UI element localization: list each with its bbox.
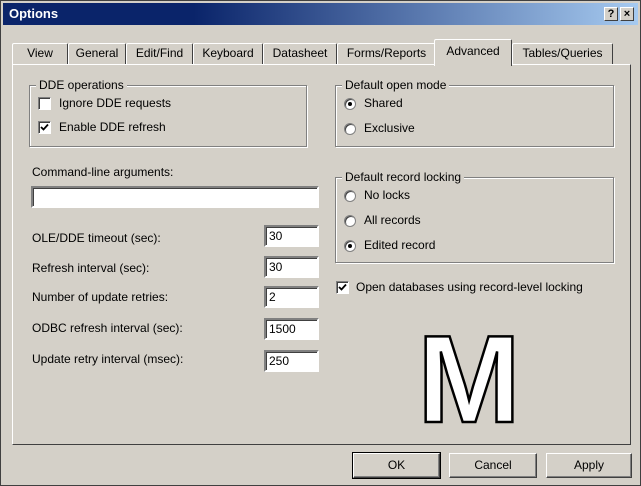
default-record-locking-group: Default record locking No locks All reco… xyxy=(335,170,614,263)
m-watermark-letter: M xyxy=(417,319,520,429)
open-mode-shared-label: Shared xyxy=(364,96,403,110)
default-open-mode-legend: Default open mode xyxy=(342,78,450,92)
dde-operations-group: DDE operations Ignore DDE requests Enabl… xyxy=(29,78,307,147)
edited-record-radio[interactable] xyxy=(344,240,356,252)
ignore-dde-checkbox[interactable] xyxy=(38,97,51,110)
radio-dot-icon xyxy=(348,102,352,106)
ignore-dde-label: Ignore DDE requests xyxy=(59,96,172,110)
update-retries-label: Number of update retries: xyxy=(32,290,169,304)
enable-dde-refresh-label: Enable DDE refresh xyxy=(59,120,166,134)
window-title: Options xyxy=(9,6,59,21)
open-mode-shared-radio[interactable] xyxy=(344,98,356,110)
ole-dde-timeout-input[interactable]: 30 xyxy=(264,225,319,247)
check-mark-icon xyxy=(338,283,347,291)
ole-dde-timeout-label: OLE/DDE timeout (sec): xyxy=(32,231,161,245)
radio-dot-icon xyxy=(348,244,352,248)
odbc-refresh-interval-input[interactable]: 1500 xyxy=(264,318,319,340)
update-retry-interval-input[interactable]: 250 xyxy=(264,350,319,372)
ok-button[interactable]: OK xyxy=(352,452,441,479)
title-bar[interactable]: Options ? × xyxy=(3,3,638,25)
apply-button[interactable]: Apply xyxy=(546,453,632,478)
odbc-refresh-interval-label: ODBC refresh interval (sec): xyxy=(32,321,183,335)
options-dialog: Options ? × View General Edit/Find Keybo… xyxy=(0,0,641,486)
refresh-interval-label: Refresh interval (sec): xyxy=(32,261,150,275)
no-locks-label: No locks xyxy=(364,188,411,202)
advanced-panel: DDE operations Ignore DDE requests Enabl… xyxy=(12,64,631,445)
close-button[interactable]: × xyxy=(620,7,634,21)
tab-view[interactable]: View xyxy=(12,43,68,64)
default-record-locking-legend: Default record locking xyxy=(342,170,465,184)
update-retry-interval-label: Update retry interval (msec): xyxy=(32,352,184,366)
dde-operations-legend: DDE operations xyxy=(36,78,127,92)
open-mode-exclusive-radio[interactable] xyxy=(344,123,356,135)
command-line-input[interactable] xyxy=(31,186,319,208)
edited-record-label: Edited record xyxy=(364,238,436,252)
tab-datasheet[interactable]: Datasheet xyxy=(263,43,337,64)
refresh-interval-input[interactable]: 30 xyxy=(264,256,319,278)
tab-general[interactable]: General xyxy=(68,43,126,64)
command-line-label: Command-line arguments: xyxy=(32,165,174,179)
default-open-mode-group: Default open mode Shared Exclusive xyxy=(335,78,614,147)
check-mark-icon xyxy=(40,123,49,131)
update-retries-input[interactable]: 2 xyxy=(264,286,319,308)
enable-dde-refresh-checkbox[interactable] xyxy=(38,121,51,134)
cancel-button[interactable]: Cancel xyxy=(449,453,537,478)
help-button[interactable]: ? xyxy=(604,7,618,21)
record-level-locking-checkbox[interactable] xyxy=(336,281,349,294)
record-level-locking-label: Open databases using record-level lockin… xyxy=(356,280,583,294)
no-locks-radio[interactable] xyxy=(344,190,356,202)
tab-advanced[interactable]: Advanced xyxy=(434,39,512,66)
tab-keyboard[interactable]: Keyboard xyxy=(193,43,263,64)
m-watermark-graphic: M xyxy=(416,319,522,429)
tab-edit-find[interactable]: Edit/Find xyxy=(126,43,193,64)
open-mode-exclusive-label: Exclusive xyxy=(364,121,415,135)
tab-tables-queries[interactable]: Tables/Queries xyxy=(512,43,613,64)
all-records-radio[interactable] xyxy=(344,215,356,227)
all-records-label: All records xyxy=(364,213,421,227)
tab-forms-reports[interactable]: Forms/Reports xyxy=(337,43,436,64)
